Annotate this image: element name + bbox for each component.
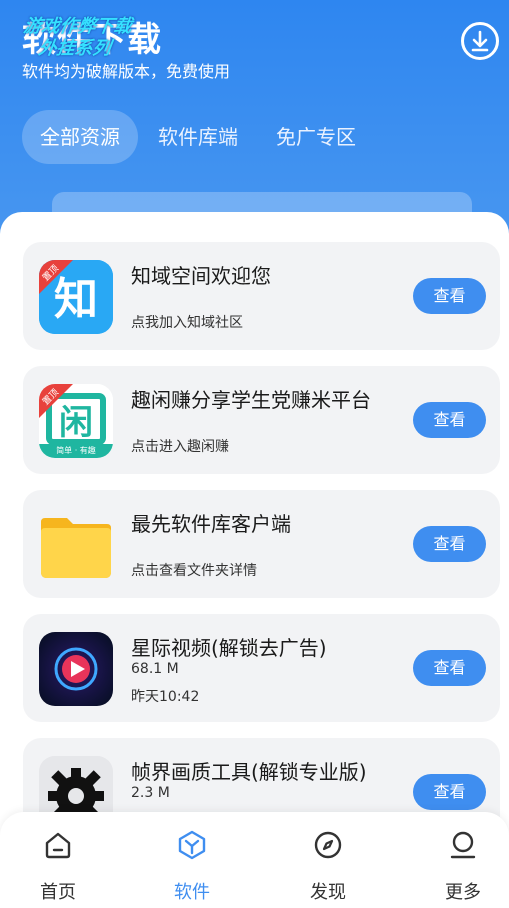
app-card-quxianzhuan[interactable]: 闲 置顶 简单 · 有趣 趣闲赚分享学生党赚米平台 点击进入趣闲赚 查看	[23, 366, 500, 474]
app-date: 昨天10:42	[131, 689, 200, 705]
software-icon	[178, 830, 206, 860]
page-subtitle: 软件均为破解版本，免费使用	[22, 62, 231, 81]
category-tabs: 全部资源 软件库端 免广专区	[22, 110, 376, 164]
svg-text:知: 知	[54, 274, 98, 325]
app-size: 68.1 M	[131, 661, 179, 677]
bottom-nav: 首页 软件 发现 更多	[0, 812, 509, 908]
app-title: 知域空间欢迎您	[131, 264, 271, 288]
app-card-zuixian[interactable]: 最先软件库客户端 点击查看文件夹详情 查看	[23, 490, 500, 598]
compass-icon	[314, 831, 342, 859]
tab-all-resources[interactable]: 全部资源	[22, 110, 138, 164]
view-button[interactable]: 查看	[413, 774, 486, 810]
nav-label: 更多	[445, 882, 481, 903]
video-app-icon	[39, 632, 113, 706]
xian-app-icon: 闲 置顶 简单 · 有趣	[39, 384, 113, 458]
icon-tagline: 简单 · 有趣	[56, 446, 96, 455]
download-icon	[471, 30, 489, 52]
download-button[interactable]	[461, 22, 499, 60]
view-button[interactable]: 查看	[413, 650, 486, 686]
nav-discover[interactable]: 发现	[288, 830, 368, 904]
home-icon	[45, 832, 71, 859]
app-list-sheet: 知 置顶 知域空间欢迎您 点我加入知域社区 查看 闲 置顶 简单 · 有趣 趣闲…	[0, 212, 509, 908]
app-description: 点击查看文件夹详情	[131, 563, 257, 579]
app-card-zhiyu[interactable]: 知 置顶 知域空间欢迎您 点我加入知域社区 查看	[23, 242, 500, 350]
svg-text:闲: 闲	[59, 403, 93, 443]
nav-label: 软件	[174, 882, 210, 903]
view-button[interactable]: 查看	[413, 278, 486, 314]
watermark-line-2: 外挂系列	[37, 38, 112, 59]
app-description: 点击进入趣闲赚	[131, 439, 229, 455]
watermark-overlay: 游戏作弊下载 外挂系列	[19, 16, 133, 60]
zhi-app-icon: 知 置顶	[39, 260, 113, 334]
nav-label: 发现	[310, 882, 346, 903]
app-title: 星际视频(解锁去广告)	[131, 636, 327, 660]
title-area: 软件下载 游戏作弊下载 外挂系列	[22, 12, 162, 61]
nav-label: 首页	[40, 882, 76, 903]
tab-ad-free[interactable]: 免广专区	[258, 110, 374, 164]
nav-more[interactable]: 更多	[423, 830, 503, 904]
view-button[interactable]: 查看	[413, 402, 486, 438]
app-title: 帧界画质工具(解锁专业版)	[131, 760, 367, 784]
nav-software[interactable]: 软件	[152, 830, 232, 904]
app-title: 趣闲赚分享学生党赚米平台	[131, 388, 371, 412]
view-button[interactable]: 查看	[413, 526, 486, 562]
app-size: 2.3 M	[131, 785, 170, 801]
watermark-line-1: 游戏作弊下载	[22, 16, 134, 37]
folder-icon	[39, 508, 113, 582]
user-icon	[450, 831, 476, 859]
nav-home[interactable]: 首页	[18, 830, 98, 904]
tab-software-library[interactable]: 软件库端	[140, 110, 256, 164]
app-title: 最先软件库客户端	[131, 512, 291, 536]
app-card-xingji[interactable]: 星际视频(解锁去广告) 68.1 M 昨天10:42 查看	[23, 614, 500, 722]
app-description: 点我加入知域社区	[131, 315, 243, 331]
